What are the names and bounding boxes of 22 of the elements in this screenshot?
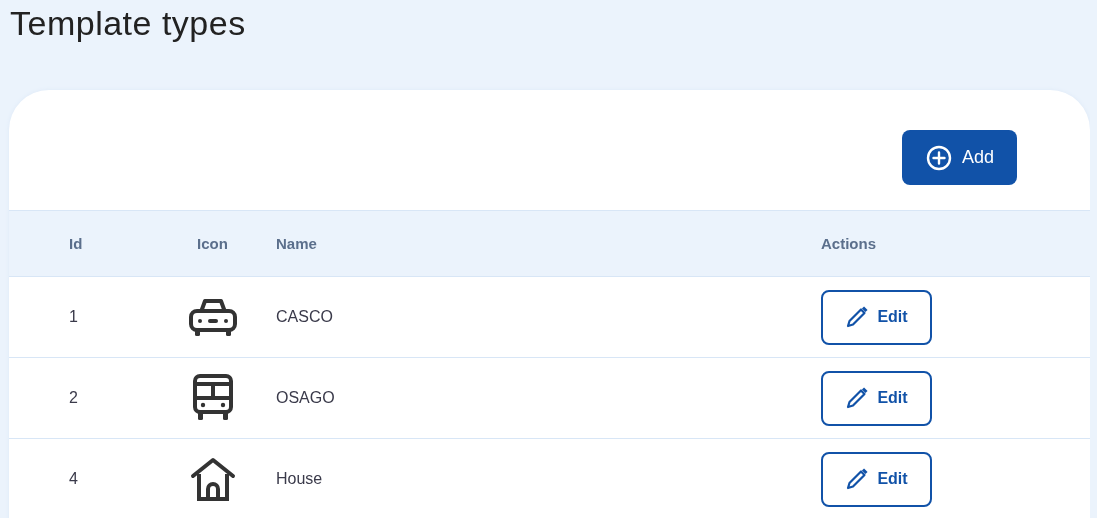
page-title: Template types [9,3,247,44]
column-header: Id [69,235,83,252]
edit-button[interactable]: Edit [821,451,932,507]
name-cell: OSAGO [276,389,335,407]
edit-button[interactable]: Edit [821,289,932,345]
car-icon [188,296,237,338]
edit-button[interactable]: Edit [821,370,932,426]
pencil-icon [845,467,870,491]
column-header: Name [276,235,317,252]
pencil-icon [845,305,870,329]
plus-circle-icon [926,144,952,171]
bus-icon [190,374,235,422]
pencil-icon [845,386,870,410]
column-header: Actions [821,235,876,252]
house-icon [189,456,236,502]
id-cell: 4 [69,470,78,488]
column-header: Icon [197,235,228,252]
id-cell: 1 [69,308,78,326]
name-cell: CASCO [276,308,333,326]
add-button[interactable]: Add [902,130,1017,185]
id-cell: 2 [69,389,78,407]
name-cell: House [276,470,323,488]
